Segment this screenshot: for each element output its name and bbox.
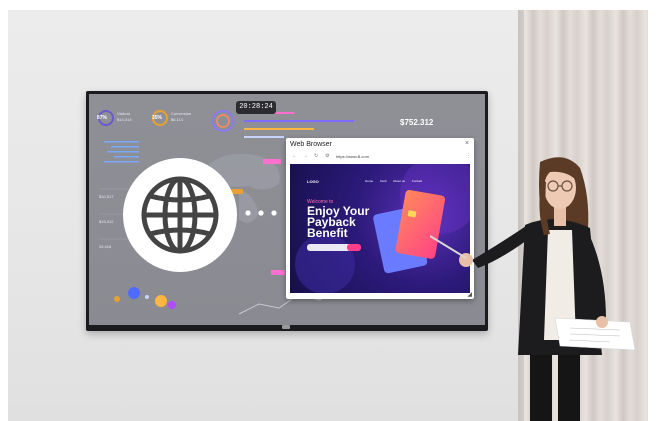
progress-bar-2 bbox=[244, 120, 354, 122]
side-value-2: $15,312 bbox=[99, 219, 114, 224]
balance-amount: $752.312 bbox=[400, 118, 434, 127]
stat-2-label: Conversion bbox=[171, 111, 192, 116]
progress-bar-4 bbox=[244, 136, 284, 138]
stat-1-label: Visitors bbox=[117, 111, 131, 116]
back-icon[interactable]: ← bbox=[292, 152, 297, 161]
stat-2-pct: 35% bbox=[152, 115, 163, 121]
signup-button[interactable] bbox=[347, 244, 361, 251]
close-icon[interactable]: × bbox=[465, 140, 469, 147]
side-value-3: 26,416 bbox=[99, 244, 112, 249]
scene: 87% Visitors $14,313 35% Conversion $6,1… bbox=[0, 0, 656, 421]
brand-logo bbox=[282, 325, 290, 329]
progress-bar-3 bbox=[244, 128, 314, 130]
hero-headline: Enjoy Your Payback Benefit bbox=[307, 205, 397, 240]
address-bar[interactable]: https://www.lll.com bbox=[336, 152, 369, 161]
forward-icon[interactable]: → bbox=[303, 152, 308, 161]
connection-dots bbox=[245, 210, 277, 216]
stat-1-value: $14,313 bbox=[117, 117, 132, 122]
site-nav-contact[interactable]: Contact bbox=[412, 179, 422, 183]
browser-title: Web Browser bbox=[290, 141, 332, 148]
stat-2-value: $6,114 bbox=[171, 117, 183, 122]
site-nav: Home Card About us Contact bbox=[365, 179, 428, 183]
globe-badge bbox=[123, 158, 237, 272]
settings-icon[interactable]: ⚙ bbox=[325, 152, 329, 161]
site-nav-card[interactable]: Card bbox=[380, 179, 387, 183]
site-nav-about[interactable]: About us bbox=[393, 179, 405, 183]
gauge-3 bbox=[212, 110, 234, 132]
stat-1-pct: 87% bbox=[97, 115, 108, 121]
globe-icon bbox=[141, 176, 219, 254]
site-logo[interactable]: LOGO bbox=[307, 179, 319, 184]
headline-line-3: Benefit bbox=[307, 226, 348, 240]
bubble-chart bbox=[128, 287, 140, 299]
side-value-1: $10,517 bbox=[99, 194, 114, 199]
clock-display: 20:28:24 bbox=[236, 101, 276, 114]
site-nav-home[interactable]: Home bbox=[365, 179, 373, 183]
refresh-icon[interactable]: ↻ bbox=[314, 152, 318, 161]
presenter bbox=[430, 157, 636, 421]
